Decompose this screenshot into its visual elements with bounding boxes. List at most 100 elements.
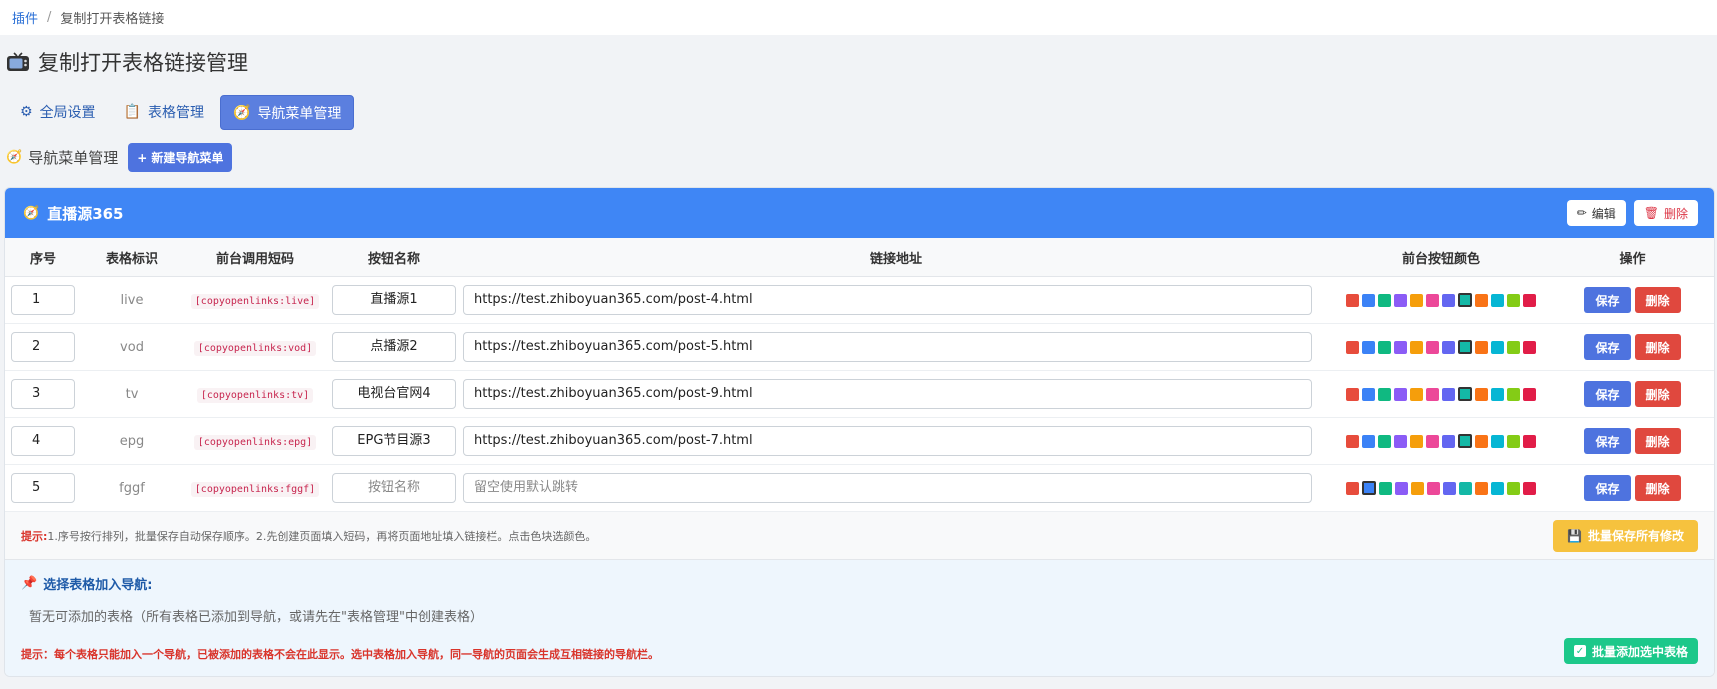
save-button[interactable]: 保存	[1584, 381, 1631, 407]
button-name-input[interactable]: EPG节目源3	[332, 426, 456, 456]
color-swatch[interactable]	[1394, 434, 1407, 448]
url-input[interactable]: https://test.zhiboyuan365.com/post-5.htm…	[463, 332, 1312, 362]
color-swatch[interactable]	[1507, 293, 1520, 307]
delete-menu-button[interactable]: 🗑 删除	[1633, 200, 1698, 226]
color-swatch[interactable]	[1378, 387, 1391, 401]
color-swatch[interactable]	[1362, 340, 1375, 354]
color-swatch[interactable]	[1394, 340, 1407, 354]
color-swatch[interactable]	[1458, 387, 1472, 401]
delete-button[interactable]: 删除	[1634, 428, 1681, 454]
url-input[interactable]: 留空使用默认跳转	[463, 473, 1312, 503]
save-button[interactable]: 保存	[1584, 475, 1631, 501]
tab-label: 表格管理	[148, 104, 204, 121]
batch-add-button[interactable]: ✓ 批量添加选中表格	[1563, 638, 1698, 664]
seq-input[interactable]: 4	[11, 426, 75, 456]
section-header: 🧭 导航菜单管理 + 新建导航菜单	[6, 142, 233, 172]
tab-global-settings[interactable]: ⚙ 全局设置	[8, 95, 108, 128]
button-name-input[interactable]: 直播源1	[332, 285, 456, 315]
color-swatch[interactable]	[1378, 434, 1391, 448]
col-header: 表格标识	[81, 238, 183, 277]
color-swatch[interactable]	[1346, 340, 1359, 354]
color-swatch[interactable]	[1346, 481, 1359, 495]
tip-text: 提示:1.序号按行排列，批量保存自动保存顺序。2.先创建页面填入短码，再将页面地…	[21, 529, 597, 543]
color-swatch[interactable]	[1410, 387, 1423, 401]
color-swatch[interactable]	[1426, 387, 1439, 401]
color-swatch[interactable]	[1378, 293, 1391, 307]
color-swatch[interactable]	[1442, 340, 1455, 354]
url-input[interactable]: https://test.zhiboyuan365.com/post-7.htm…	[463, 426, 1312, 456]
color-swatch[interactable]	[1442, 434, 1455, 448]
color-swatch[interactable]	[1523, 387, 1536, 401]
color-swatch[interactable]	[1491, 434, 1504, 448]
color-swatch[interactable]	[1491, 340, 1504, 354]
color-swatch[interactable]	[1362, 434, 1375, 448]
color-swatch[interactable]	[1507, 340, 1520, 354]
seq-input[interactable]: 5	[11, 473, 75, 503]
color-swatch[interactable]	[1475, 434, 1488, 448]
color-swatch[interactable]	[1346, 387, 1359, 401]
url-input[interactable]: https://test.zhiboyuan365.com/post-9.htm…	[463, 379, 1312, 409]
color-swatch[interactable]	[1410, 293, 1423, 307]
color-swatch[interactable]	[1459, 481, 1472, 495]
color-swatch[interactable]	[1394, 293, 1407, 307]
color-swatch[interactable]	[1523, 293, 1536, 307]
color-swatch[interactable]	[1411, 481, 1424, 495]
color-swatch[interactable]	[1426, 434, 1439, 448]
color-swatch[interactable]	[1410, 434, 1423, 448]
color-swatch[interactable]	[1346, 293, 1359, 307]
color-swatch[interactable]	[1491, 293, 1504, 307]
button-name-input[interactable]: 电视台官网4	[332, 379, 456, 409]
seq-input[interactable]: 1	[11, 285, 75, 315]
color-swatch[interactable]	[1379, 481, 1392, 495]
new-nav-menu-button[interactable]: + 新建导航菜单	[128, 142, 233, 172]
save-button[interactable]: 保存	[1584, 287, 1631, 313]
color-swatch[interactable]	[1395, 481, 1408, 495]
tab-label: 导航菜单管理	[257, 105, 342, 122]
color-swatch[interactable]	[1346, 434, 1359, 448]
shortcode: [copyopenlinks:fggf]	[190, 481, 320, 497]
delete-button[interactable]: 删除	[1634, 334, 1681, 360]
color-swatch[interactable]	[1443, 481, 1456, 495]
color-swatch[interactable]	[1523, 481, 1536, 495]
edit-menu-button[interactable]: ✏ 编辑	[1566, 200, 1626, 226]
color-swatch[interactable]	[1458, 340, 1472, 354]
color-swatch[interactable]	[1378, 340, 1391, 354]
color-swatch[interactable]	[1523, 434, 1536, 448]
color-swatch[interactable]	[1475, 387, 1488, 401]
button-name-input[interactable]: 按钮名称	[332, 473, 456, 503]
save-button[interactable]: 保存	[1584, 334, 1631, 360]
color-swatch[interactable]	[1362, 481, 1376, 495]
delete-button[interactable]: 删除	[1634, 381, 1681, 407]
color-swatch[interactable]	[1362, 293, 1375, 307]
delete-button[interactable]: 删除	[1634, 475, 1681, 501]
seq-input[interactable]: 3	[11, 379, 75, 409]
color-swatch[interactable]	[1507, 434, 1520, 448]
color-swatch[interactable]	[1442, 293, 1455, 307]
tab-nav-menu-management[interactable]: 🧭 导航菜单管理	[220, 95, 355, 130]
seq-input[interactable]: 2	[11, 332, 75, 362]
button-name-input[interactable]: 点播源2	[332, 332, 456, 362]
color-swatch[interactable]	[1491, 481, 1504, 495]
color-swatch[interactable]	[1458, 434, 1472, 448]
color-swatch[interactable]	[1442, 387, 1455, 401]
tab-table-management[interactable]: 📋 表格管理	[112, 95, 216, 128]
save-button[interactable]: 保存	[1584, 428, 1631, 454]
color-swatch[interactable]	[1475, 340, 1488, 354]
color-swatch[interactable]	[1426, 293, 1439, 307]
color-swatch[interactable]	[1523, 340, 1536, 354]
color-swatch[interactable]	[1475, 293, 1488, 307]
color-swatch[interactable]	[1427, 481, 1440, 495]
color-swatch[interactable]	[1410, 340, 1423, 354]
batch-save-button[interactable]: 💾 批量保存所有修改	[1553, 519, 1698, 552]
color-swatch[interactable]	[1362, 387, 1375, 401]
url-input[interactable]: https://test.zhiboyuan365.com/post-4.htm…	[463, 285, 1312, 315]
color-swatch[interactable]	[1475, 481, 1488, 495]
color-swatch[interactable]	[1394, 387, 1407, 401]
color-swatch[interactable]	[1507, 387, 1520, 401]
color-swatch[interactable]	[1458, 293, 1472, 307]
color-swatch[interactable]	[1491, 387, 1504, 401]
color-swatch[interactable]	[1507, 481, 1520, 495]
delete-button[interactable]: 删除	[1634, 287, 1681, 313]
color-swatch[interactable]	[1426, 340, 1439, 354]
breadcrumb-parent-link[interactable]: 插件	[12, 8, 38, 27]
